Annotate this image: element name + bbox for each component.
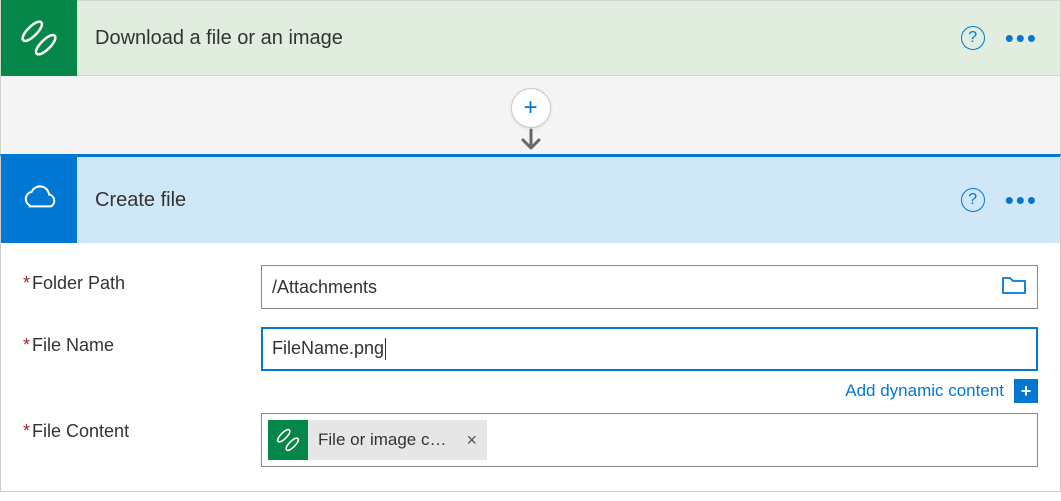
dynamic-content-row: Add dynamic content +: [261, 379, 1038, 403]
label-file-content: *File Content: [23, 413, 261, 442]
help-icon[interactable]: ?: [961, 26, 985, 50]
help-icon[interactable]: ?: [961, 188, 985, 212]
arrow-down-icon: [517, 128, 545, 157]
label-file-name: *File Name: [23, 327, 261, 356]
add-dynamic-content-plus-icon[interactable]: +: [1014, 379, 1038, 403]
trigger-title: Download a file or an image: [95, 27, 961, 50]
folder-picker-icon[interactable]: [1001, 274, 1027, 301]
file-name-input[interactable]: FileName.png: [261, 327, 1038, 371]
dynamic-token[interactable]: File or image c… ×: [268, 420, 487, 460]
connector-arrow: +: [0, 76, 1061, 154]
row-file-name: *File Name FileName.png Add dynamic cont…: [23, 327, 1038, 403]
remove-token-icon[interactable]: ×: [456, 430, 487, 451]
dynamic-token-label: File or image c…: [308, 430, 456, 450]
trigger-card-header[interactable]: Download a file or an image ? •••: [0, 0, 1061, 76]
more-menu-icon[interactable]: •••: [1005, 33, 1038, 43]
text-caret: [385, 338, 386, 360]
row-file-content: *File Content File or image c… ×: [23, 413, 1038, 467]
folder-path-input[interactable]: /Attachments: [261, 265, 1038, 309]
label-folder-path: *Folder Path: [23, 265, 261, 294]
action-card-header[interactable]: Create file ? •••: [1, 157, 1060, 243]
add-dynamic-content-link[interactable]: Add dynamic content: [845, 381, 1004, 401]
more-menu-icon[interactable]: •••: [1005, 195, 1038, 205]
file-name-value: FileName.png: [272, 338, 1027, 360]
action-title: Create file: [95, 189, 961, 212]
add-step-button[interactable]: +: [511, 88, 551, 128]
row-folder-path: *Folder Path /Attachments: [23, 265, 1038, 309]
action-card: Create file ? ••• *Folder Path /Attachme…: [0, 154, 1061, 492]
onedrive-icon: [1, 157, 77, 243]
action-card-body: *Folder Path /Attachments *File Name Fil…: [1, 243, 1060, 491]
file-content-input[interactable]: File or image c… ×: [261, 413, 1038, 467]
dataverse-icon: [268, 420, 308, 460]
dataverse-icon: [1, 0, 77, 76]
folder-path-value: /Attachments: [272, 277, 1001, 298]
